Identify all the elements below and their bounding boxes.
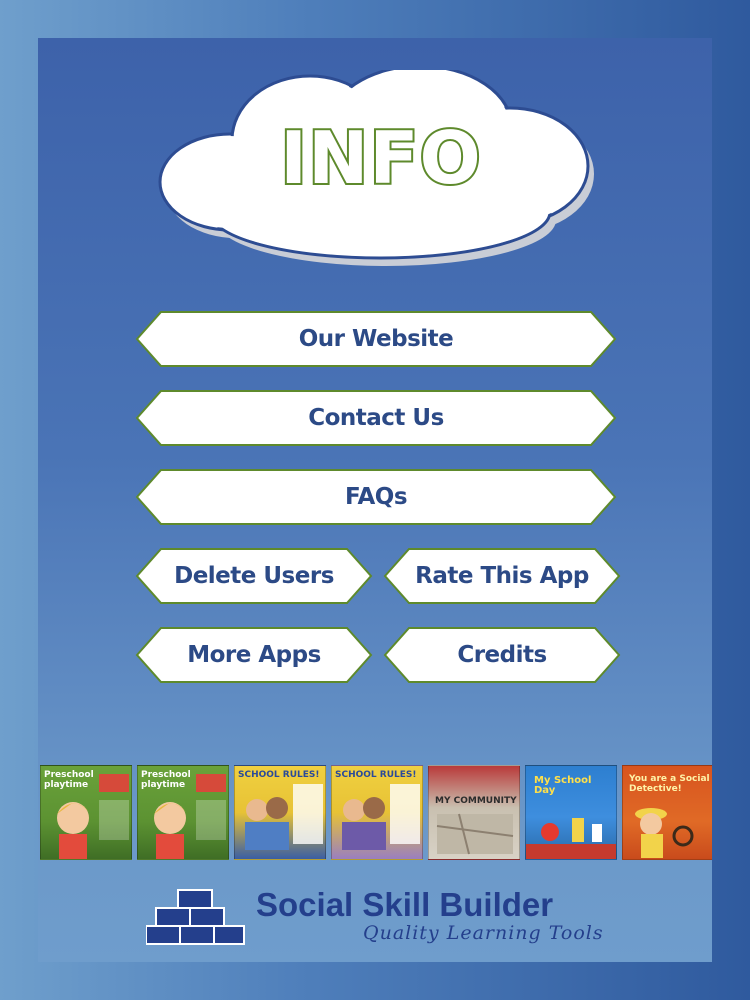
kid-illustration-icon <box>57 774 129 859</box>
bricks-logo-icon <box>146 889 245 945</box>
product-thumbnail-preschool-2[interactable]: Preschool playtime <box>137 765 229 860</box>
brand-logo[interactable]: Social Skill Builder Quality Learning To… <box>38 864 712 962</box>
students-illustration-icon <box>342 784 420 850</box>
faqs-label: FAQs <box>344 484 408 510</box>
product-thumbnail-my-community[interactable]: MY COMMUNITY <box>428 765 520 860</box>
page-title: INFO <box>278 114 482 202</box>
credits-button[interactable]: Credits <box>383 626 621 684</box>
product-thumbnail-preschool-1[interactable]: Preschool playtime <box>40 765 132 860</box>
faqs-button[interactable]: FAQs <box>135 468 617 526</box>
more-apps-button[interactable]: More Apps <box>135 626 373 684</box>
brand-name: Social Skill Builder <box>256 886 554 923</box>
school-supplies-icon <box>526 818 616 859</box>
delete-users-button[interactable]: Delete Users <box>135 547 373 605</box>
map-illustration-icon <box>436 813 514 855</box>
our-website-label: Our Website <box>298 326 454 352</box>
rate-this-app-label: Rate This App <box>415 563 589 589</box>
more-apps-label: More Apps <box>187 642 321 668</box>
our-website-button[interactable]: Our Website <box>135 310 617 368</box>
product-thumbnail-my-school-day[interactable]: My School Day <box>525 765 617 860</box>
students-illustration-icon <box>245 784 323 850</box>
product-thumbnail-school-rules-1[interactable]: SCHOOL RULES! <box>234 765 326 860</box>
detective-illustration-icon <box>635 808 694 858</box>
info-panel: INFO Our Website Contact Us FAQs Delete … <box>38 38 712 962</box>
product-strip: Preschool playtime Preschool playtime SC… <box>38 765 712 862</box>
product-thumbnail-social-detective[interactable]: You are a Social Detective! <box>622 765 712 860</box>
contact-us-label: Contact Us <box>308 405 444 431</box>
rate-this-app-button[interactable]: Rate This App <box>383 547 621 605</box>
contact-us-button[interactable]: Contact Us <box>135 389 617 447</box>
kid-illustration-icon <box>154 774 226 859</box>
brand-tagline: Quality Learning Tools <box>363 922 604 944</box>
credits-label: Credits <box>457 642 547 668</box>
product-thumbnail-school-rules-2[interactable]: SCHOOL RULES! <box>331 765 423 860</box>
delete-users-label: Delete Users <box>174 563 334 589</box>
